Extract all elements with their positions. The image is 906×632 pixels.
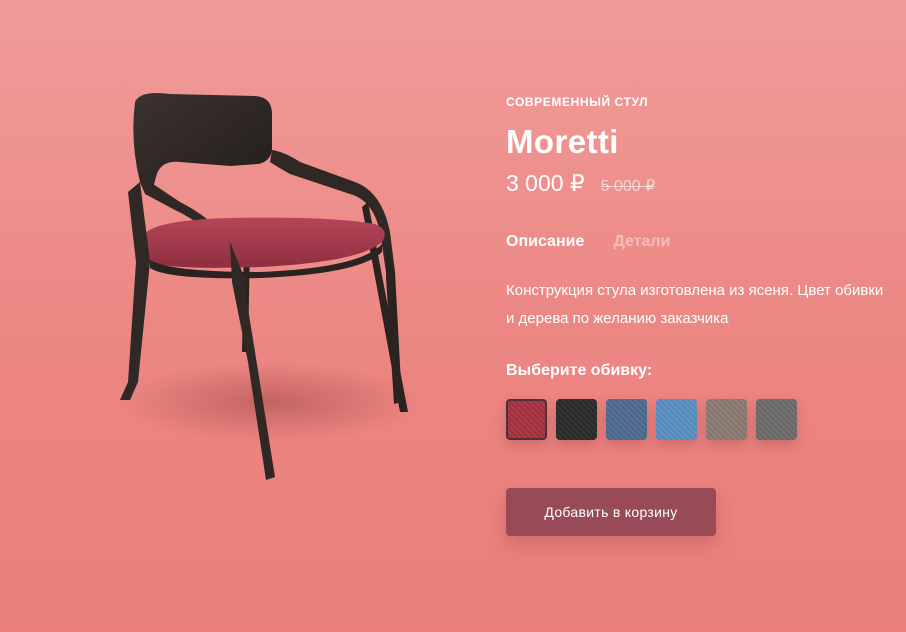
product-tabs: Описание Детали (506, 232, 886, 252)
upholstery-label: Выберите обивку: (506, 362, 653, 379)
product-category: Современный стул (506, 95, 649, 109)
swatch-navy[interactable] (606, 399, 647, 440)
product-title: Moretti (506, 123, 619, 160)
swatch-blue[interactable] (656, 399, 697, 440)
current-price: 3 000 ₽ (506, 170, 585, 196)
swatch-taupe[interactable] (706, 399, 747, 440)
upholstery-swatches (506, 399, 886, 440)
tab-description[interactable]: Описание (506, 232, 584, 252)
old-price: 5 000 ₽ (600, 178, 656, 195)
swatch-crimson[interactable] (506, 399, 547, 440)
swatch-black[interactable] (556, 399, 597, 440)
price-row: 3 000 ₽ 5 000 ₽ (506, 168, 886, 198)
chair-illustration (120, 93, 420, 480)
tab-details[interactable]: Детали (613, 232, 670, 252)
add-to-cart-button[interactable]: Добавить в корзину (506, 488, 716, 536)
swatch-gray[interactable] (756, 399, 797, 440)
product-image (90, 82, 440, 492)
product-description: Конструкция стула изготовлена из ясеня. … (506, 282, 884, 327)
product-info: Современный стул Moretti 3 000 ₽ 5 000 ₽… (506, 94, 886, 536)
